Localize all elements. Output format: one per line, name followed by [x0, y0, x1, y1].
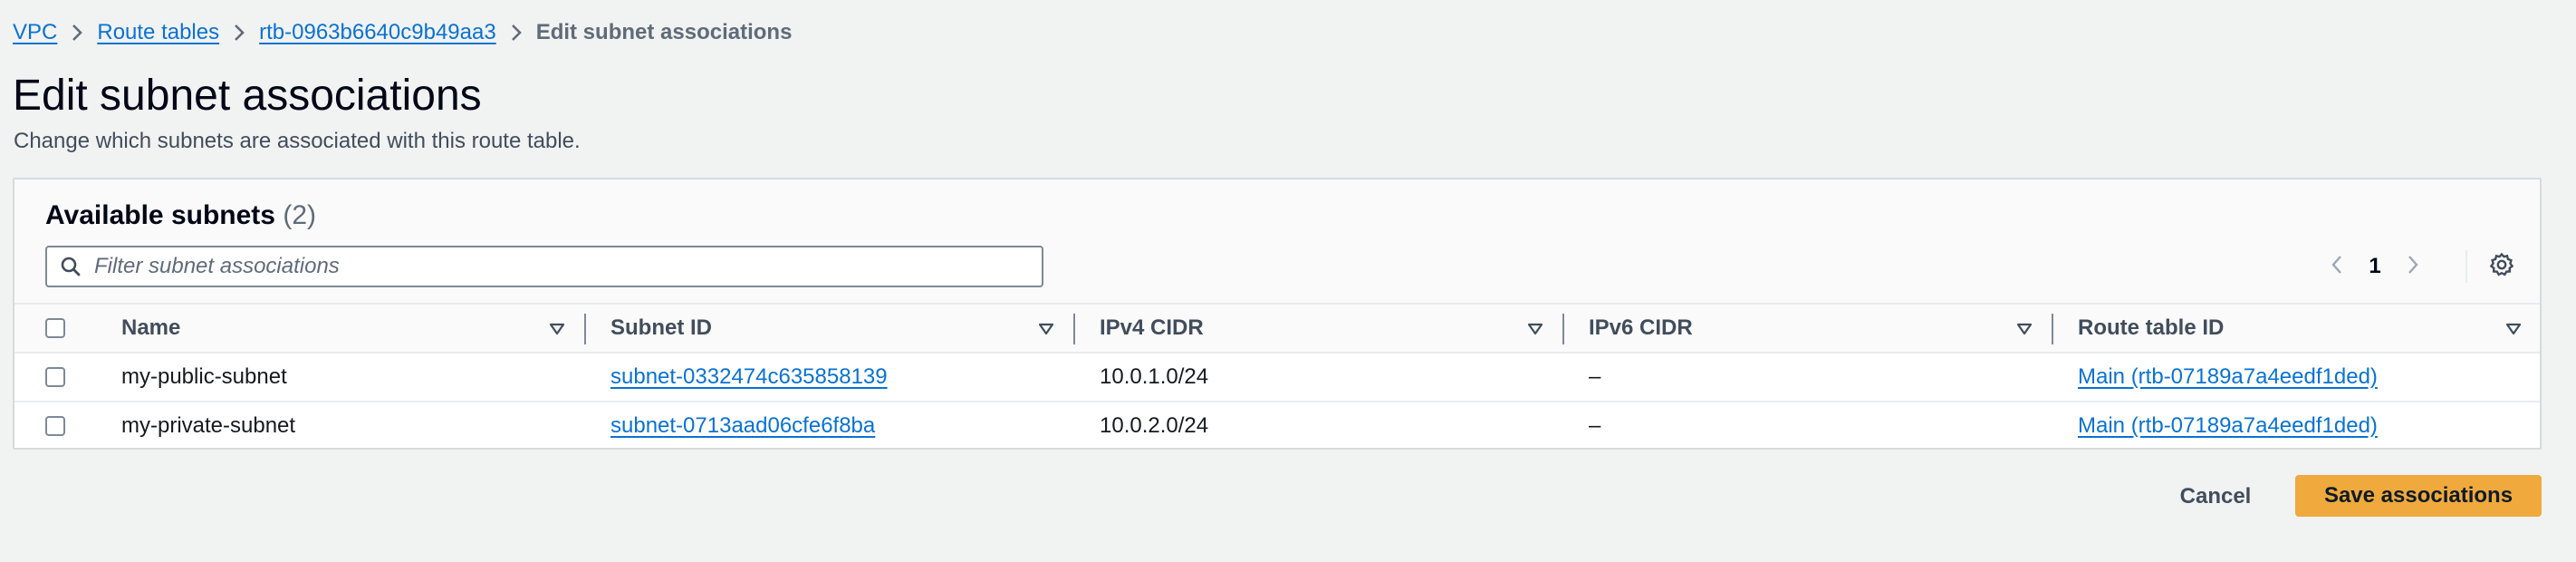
sort-triangle-icon[interactable]: [2013, 317, 2036, 341]
subnets-table: Name Subnet ID IPv4 CIDR IPv6 CIDR Route…: [14, 305, 2540, 451]
cancel-button[interactable]: Cancel: [2158, 477, 2273, 517]
ipv4-cidr: 10.0.2.0/24: [1100, 413, 1209, 438]
column-resizer[interactable]: [2052, 314, 2053, 344]
row-select-cell: [45, 402, 65, 450]
filter-box: [45, 246, 1043, 287]
column-resizer[interactable]: [584, 314, 586, 344]
column-header-route-table-id[interactable]: Route table ID: [2078, 305, 2224, 352]
page-title: Edit subnet associations: [13, 72, 482, 120]
column-resizer[interactable]: [1562, 314, 1564, 344]
current-page-number[interactable]: 1: [2357, 254, 2393, 279]
pagination: 1: [2317, 248, 2433, 285]
breadcrumb-vpc[interactable]: VPC: [13, 20, 57, 45]
save-associations-button[interactable]: Save associations: [2295, 475, 2542, 517]
ipv6-cidr: –: [1589, 364, 1601, 389]
breadcrumb-route-table-id[interactable]: rtb-0963b6640c9b49aa3: [259, 20, 496, 45]
sort-triangle-icon[interactable]: [2502, 317, 2525, 341]
sort-triangle-icon[interactable]: [545, 317, 569, 341]
select-all-checkbox[interactable]: [45, 318, 65, 338]
available-subnets-panel: Available subnets (2) 1: [13, 178, 2542, 450]
sort-triangle-icon[interactable]: [1034, 317, 1058, 341]
select-all-cell: [45, 305, 65, 352]
subnet-id-link[interactable]: subnet-0332474c635858139: [610, 364, 888, 390]
row-select-cell: [45, 354, 65, 401]
panel-title: Available subnets (2): [45, 198, 316, 234]
route-table-link[interactable]: Main (rtb-07189a7a4eedf1ded): [2078, 364, 2378, 390]
filter-input[interactable]: [94, 248, 1042, 285]
subnet-id-cell: subnet-0332474c635858139: [610, 354, 888, 401]
panel-count: (2): [283, 200, 316, 230]
subnet-id-link[interactable]: subnet-0713aad06cfe6f8ba: [610, 413, 875, 439]
chevron-right-icon: [2407, 255, 2419, 279]
subnet-id-cell: subnet-0713aad06cfe6f8ba: [610, 402, 875, 450]
row-checkbox[interactable]: [45, 416, 65, 436]
panel-title-text: Available subnets: [45, 200, 275, 230]
breadcrumb-route-tables[interactable]: Route tables: [97, 20, 219, 45]
column-header-name[interactable]: Name: [121, 305, 180, 352]
column-header-subnet-id[interactable]: Subnet ID: [610, 305, 712, 352]
table-header-row: Name Subnet ID IPv4 CIDR IPv6 CIDR Route…: [14, 305, 2540, 354]
column-header-ipv6[interactable]: IPv6 CIDR: [1589, 305, 1693, 352]
previous-page-button[interactable]: [2317, 248, 2357, 285]
search-icon: [47, 247, 94, 286]
table-row[interactable]: my-public-subnet subnet-0332474c63585813…: [14, 354, 2540, 402]
sort-triangle-icon[interactable]: [1523, 317, 1547, 341]
route-table-cell: Main (rtb-07189a7a4eedf1ded): [2078, 354, 2378, 401]
gear-icon: [2489, 252, 2514, 282]
ipv4-cidr: 10.0.1.0/24: [1100, 364, 1209, 389]
route-table-cell: Main (rtb-07189a7a4eedf1ded): [2078, 402, 2378, 450]
breadcrumb-current: Edit subnet associations: [535, 20, 793, 44]
ipv6-cidr: –: [1589, 413, 1601, 438]
row-checkbox[interactable]: [45, 367, 65, 387]
chevron-right-icon: [496, 18, 536, 47]
page-description: Change which subnets are associated with…: [14, 129, 581, 153]
chevron-left-icon: [2331, 255, 2343, 279]
column-header-ipv4[interactable]: IPv4 CIDR: [1100, 305, 1204, 352]
subnet-name: my-public-subnet: [121, 364, 287, 389]
panel-header: Available subnets (2) 1: [14, 179, 2540, 305]
pagination-divider: [2465, 250, 2467, 283]
breadcrumb: VPC Route tables rtb-0963b6640c9b49aa3 E…: [13, 18, 792, 47]
next-page-button[interactable]: [2393, 248, 2433, 285]
subnet-name: my-private-subnet: [121, 413, 296, 438]
chevron-right-icon: [57, 18, 97, 47]
column-resizer[interactable]: [1073, 314, 1075, 344]
table-settings-button[interactable]: [2482, 248, 2522, 285]
table-row[interactable]: my-private-subnet subnet-0713aad06cfe6f8…: [14, 402, 2540, 451]
chevron-right-icon: [219, 18, 259, 47]
route-table-link[interactable]: Main (rtb-07189a7a4eedf1ded): [2078, 413, 2378, 439]
